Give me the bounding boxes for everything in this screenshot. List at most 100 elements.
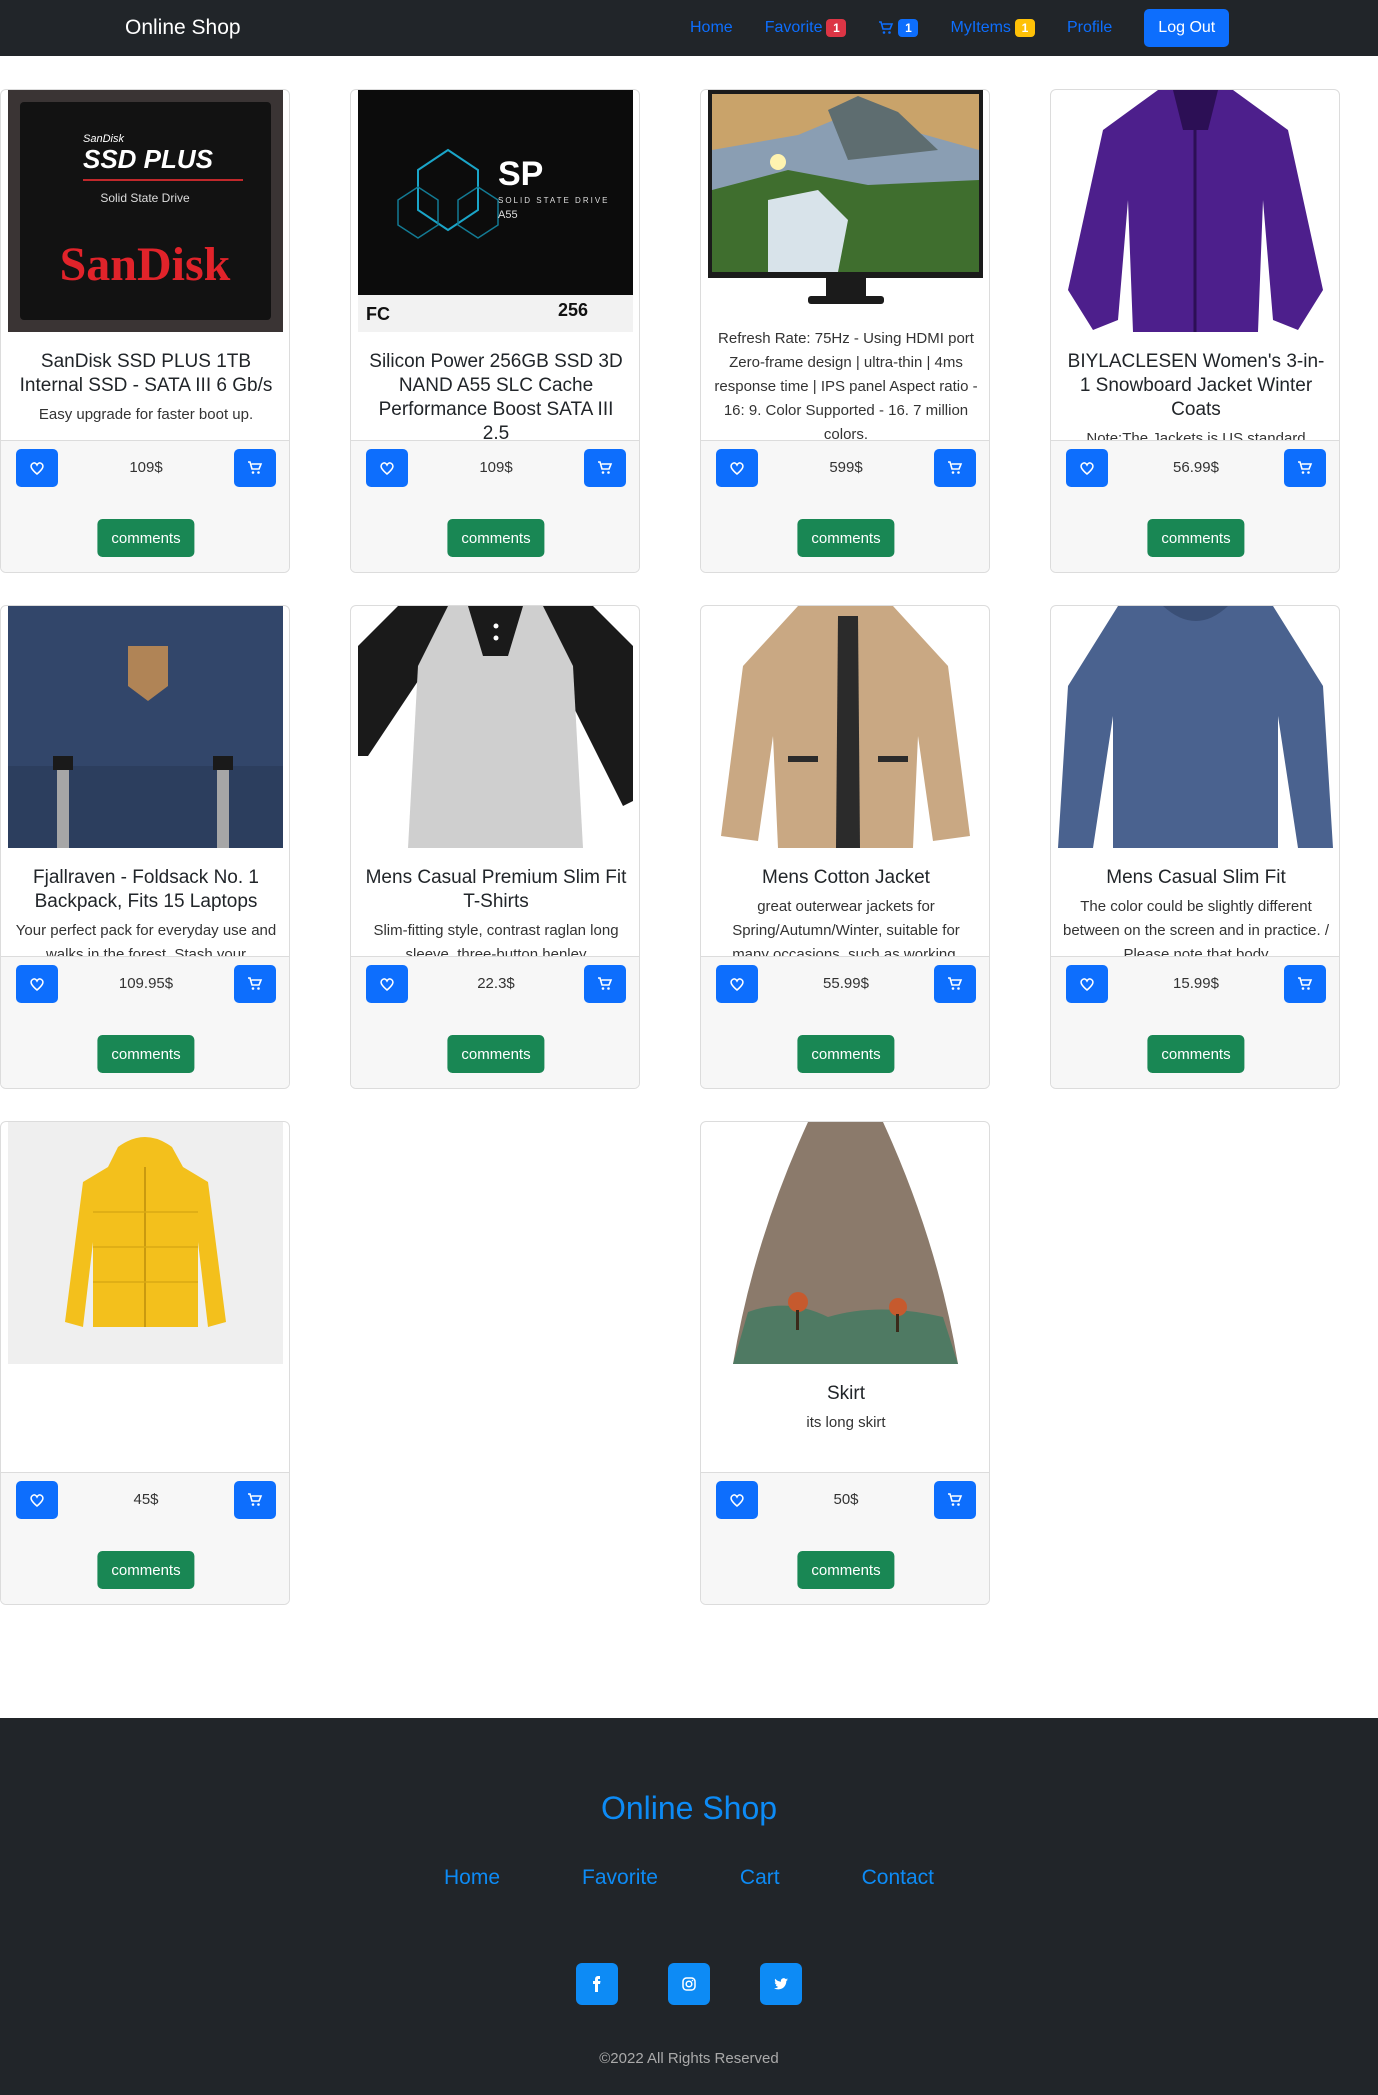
product-price: 109$	[479, 459, 513, 476]
product-card: Mens Casual Slim Fit The color could be …	[1050, 605, 1340, 1089]
heart-icon	[730, 978, 744, 991]
favorite-button[interactable]	[716, 449, 758, 487]
svg-text:SOLID STATE DRIVE: SOLID STATE DRIVE	[498, 196, 610, 205]
heart-icon	[1080, 462, 1094, 475]
cart-count-badge: 1	[898, 19, 919, 37]
product-body: SanDisk SSD PLUS 1TB Internal SSD - SATA…	[1, 350, 289, 440]
nav-profile-label: Profile	[1066, 19, 1113, 36]
add-to-cart-button[interactable]	[234, 965, 276, 1003]
comments-button[interactable]: comments	[797, 519, 895, 557]
heart-icon	[1080, 978, 1094, 991]
product-card: Mens Cotton Jacket great outerwear jacke…	[700, 605, 990, 1089]
product-footer: 109.95$ comments	[1, 956, 289, 1088]
product-body: BIYLACLESEN Women's 3-in-1 Snowboard Jac…	[1051, 350, 1339, 440]
product-card: BIYLACLESEN Women's 3-in-1 Snowboard Jac…	[1050, 89, 1340, 573]
heart-icon	[380, 978, 394, 991]
product-price: 22.3$	[477, 975, 515, 992]
product-image: SP SOLID STATE DRIVE A55 FC 256	[358, 90, 633, 332]
product-title: Silicon Power 256GB SSD 3D NAND A55 SLC …	[369, 351, 623, 440]
footer-home-link[interactable]: Home	[444, 1866, 500, 1890]
favorite-button[interactable]	[716, 1481, 758, 1519]
product-card: Skirt its long skirt 50$ comments	[700, 1121, 990, 1605]
cart-icon	[248, 977, 263, 990]
comments-button[interactable]: comments	[97, 519, 195, 557]
comments-button[interactable]: comments	[797, 1035, 895, 1073]
favorite-button[interactable]	[366, 965, 408, 1003]
top-navbar: Online Shop Home Favorite 1 1 MyItems 1 …	[0, 0, 1378, 56]
product-card: SanDisk SSD PLUS Solid State Drive SanDi…	[0, 89, 290, 573]
cart-icon	[1298, 461, 1313, 474]
comments-button[interactable]: comments	[1147, 1035, 1245, 1073]
product-description: The color could be slightly different be…	[1063, 898, 1330, 956]
add-to-cart-button[interactable]	[584, 449, 626, 487]
svg-text:FC: FC	[366, 304, 390, 324]
instagram-button[interactable]	[668, 1963, 710, 2005]
favorite-button[interactable]	[716, 965, 758, 1003]
cart-icon	[248, 461, 263, 474]
product-body: Refresh Rate: 75Hz - Using HDMI port Zer…	[701, 322, 989, 440]
add-to-cart-button[interactable]	[1284, 449, 1326, 487]
comments-button[interactable]: comments	[97, 1551, 195, 1589]
favorite-button[interactable]	[1066, 965, 1108, 1003]
product-image	[708, 606, 983, 848]
comments-button[interactable]: comments	[447, 519, 545, 557]
product-body: Mens Cotton Jacket great outerwear jacke…	[701, 866, 989, 956]
product-image	[358, 606, 633, 848]
nav-home-link[interactable]: Home	[690, 19, 733, 37]
product-title: Fjallraven - Foldsack No. 1 Backpack, Fi…	[33, 867, 259, 912]
favorite-button[interactable]	[1066, 449, 1108, 487]
footer-contact-link[interactable]: Contact	[862, 1866, 934, 1890]
product-description: its long skirt	[806, 1414, 886, 1431]
product-footer: 109$ comments	[1, 440, 289, 572]
add-to-cart-button[interactable]	[1284, 965, 1326, 1003]
add-to-cart-button[interactable]	[934, 449, 976, 487]
product-price: 109.95$	[118, 975, 174, 992]
product-title: Mens Cotton Jacket	[762, 867, 930, 888]
footer-favorite-link[interactable]: Favorite	[582, 1866, 658, 1890]
svg-text:SP: SP	[498, 155, 543, 193]
navbar-brand[interactable]: Online Shop	[125, 0, 241, 56]
nav-cart-link[interactable]: 1	[878, 19, 919, 37]
product-body: Fjallraven - Foldsack No. 1 Backpack, Fi…	[1, 866, 289, 956]
product-image	[708, 1122, 983, 1364]
product-title: Mens Casual Premium Slim Fit T-Shirts	[365, 867, 627, 912]
product-body: Silicon Power 256GB SSD 3D NAND A55 SLC …	[351, 350, 639, 440]
nav-profile-link[interactable]: Profile	[1067, 19, 1112, 37]
favorite-button[interactable]	[366, 449, 408, 487]
add-to-cart-button[interactable]	[234, 449, 276, 487]
cart-icon	[948, 977, 963, 990]
comments-button[interactable]: comments	[1147, 519, 1245, 557]
product-footer: 15.99$ comments	[1051, 956, 1339, 1088]
favorite-button[interactable]	[16, 1481, 58, 1519]
product-price: 599$	[829, 459, 863, 476]
comments-button[interactable]: comments	[97, 1035, 195, 1073]
nav-myitems-link[interactable]: MyItems 1	[950, 19, 1035, 37]
cart-icon	[948, 461, 963, 474]
page-footer: Online Shop Home Favorite Cart Contact ©…	[0, 1718, 1378, 2095]
facebook-button[interactable]	[576, 1963, 618, 2005]
footer-links: Home Favorite Cart Contact	[0, 1866, 1378, 1890]
logout-button[interactable]: Log Out	[1144, 9, 1230, 47]
twitter-button[interactable]	[760, 1963, 802, 2005]
product-description: great outerwear jackets for Spring/Autum…	[732, 898, 960, 956]
product-description: Easy upgrade for faster boot up.	[38, 406, 254, 423]
nav-favorite-link[interactable]: Favorite 1	[765, 19, 847, 37]
footer-cart-link[interactable]: Cart	[740, 1866, 780, 1890]
add-to-cart-button[interactable]	[934, 1481, 976, 1519]
comments-button[interactable]: comments	[447, 1035, 545, 1073]
heart-icon	[380, 462, 394, 475]
comments-button[interactable]: comments	[797, 1551, 895, 1589]
add-to-cart-button[interactable]	[234, 1481, 276, 1519]
add-to-cart-button[interactable]	[934, 965, 976, 1003]
cart-icon	[598, 977, 613, 990]
heart-icon	[30, 978, 44, 991]
svg-text:SSD PLUS: SSD PLUS	[83, 144, 214, 174]
footer-title: Online Shop	[600, 1790, 778, 1826]
add-to-cart-button[interactable]	[584, 965, 626, 1003]
product-footer: 109$ comments	[351, 440, 639, 572]
heart-icon	[730, 1494, 744, 1507]
product-card: Fjallraven - Foldsack No. 1 Backpack, Fi…	[0, 605, 290, 1089]
product-footer: 50$ comments	[701, 1472, 989, 1604]
favorite-button[interactable]	[16, 965, 58, 1003]
favorite-button[interactable]	[16, 449, 58, 487]
